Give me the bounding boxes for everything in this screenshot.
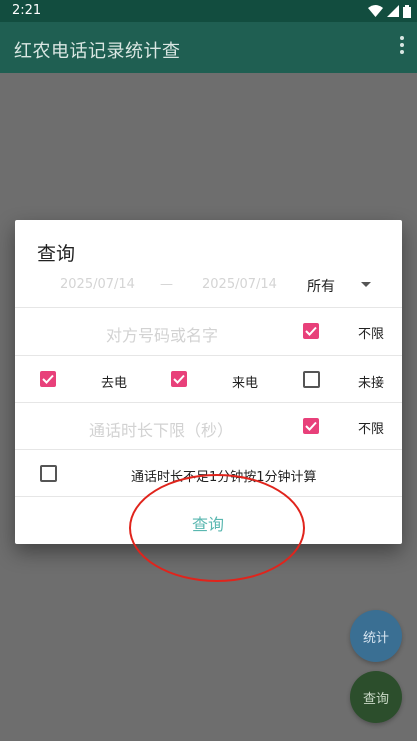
number-unlimited-label: 不限 xyxy=(358,327,385,342)
duration-unlimited-checkbox[interactable] xyxy=(303,418,319,434)
date-to-field[interactable]: 2025/07/14 xyxy=(202,277,277,292)
divider xyxy=(15,355,402,356)
missed-checkbox[interactable] xyxy=(303,371,320,388)
query-fab[interactable]: 查询 xyxy=(350,671,402,723)
number-unlimited-checkbox[interactable] xyxy=(303,323,319,339)
check-icon xyxy=(305,326,317,336)
overflow-menu-icon[interactable] xyxy=(399,36,405,58)
system-icons xyxy=(368,3,411,19)
outgoing-label: 去电 xyxy=(101,376,128,391)
divider xyxy=(15,402,402,403)
divider xyxy=(15,449,402,450)
missed-label: 未接 xyxy=(358,376,385,391)
stats-fab[interactable]: 统计 xyxy=(350,610,402,662)
battery-icon xyxy=(403,4,411,18)
query-fab-label: 查询 xyxy=(362,691,389,707)
date-separator: — xyxy=(160,277,173,292)
duration-input[interactable]: 通话时长下限（秒） xyxy=(89,417,233,441)
incoming-checkbox[interactable] xyxy=(171,371,187,387)
signal-icon xyxy=(387,5,399,17)
dropdown-arrow-icon[interactable] xyxy=(361,282,371,287)
check-icon xyxy=(305,421,317,431)
duration-unlimited-label: 不限 xyxy=(358,422,385,437)
number-input[interactable]: 对方号码或名字 xyxy=(106,322,218,346)
wifi-icon xyxy=(368,5,383,17)
incoming-label: 来电 xyxy=(232,376,259,391)
dialog-title: 查询 xyxy=(37,243,76,265)
app-bar: 红农电话记录统计查 xyxy=(0,22,417,73)
round-up-checkbox[interactable] xyxy=(40,465,57,482)
check-icon xyxy=(173,374,185,384)
divider xyxy=(15,307,402,308)
outgoing-checkbox[interactable] xyxy=(40,371,56,387)
app-title: 红农电话记录统计查 xyxy=(14,41,181,62)
stats-fab-label: 统计 xyxy=(362,630,389,646)
date-from-field[interactable]: 2025/07/14 xyxy=(60,277,135,292)
status-time: 2:21 xyxy=(12,3,42,18)
annotation-circle xyxy=(129,474,305,582)
status-bar: 2:21 xyxy=(0,0,417,22)
call-type-select[interactable]: 所有 xyxy=(307,276,335,296)
check-icon xyxy=(42,374,54,384)
